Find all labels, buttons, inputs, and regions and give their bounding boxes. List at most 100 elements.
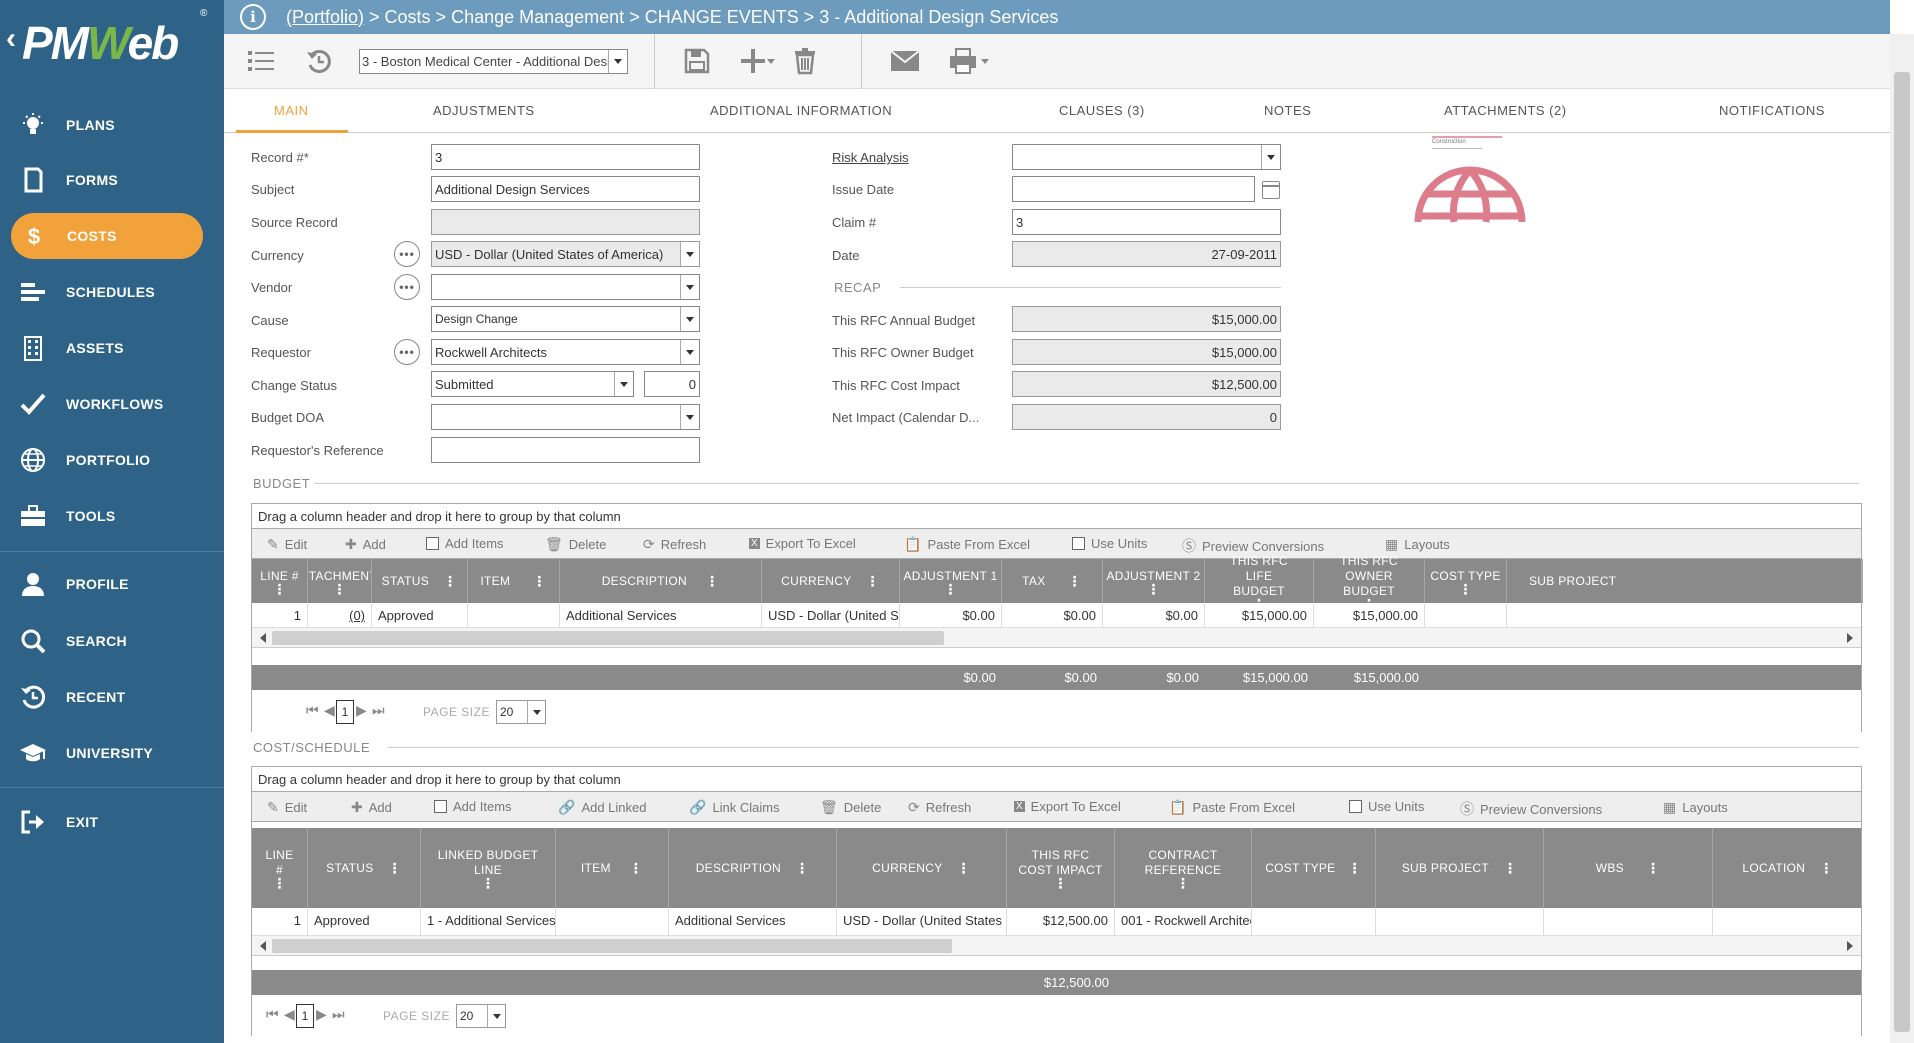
- column-header-wbs[interactable]: WBS ⋮: [1544, 828, 1713, 908]
- current-page[interactable]: 1: [336, 700, 354, 724]
- next-page-icon[interactable]: ▶: [316, 1006, 327, 1023]
- layouts-button[interactable]: ▦ Layouts: [1663, 799, 1728, 816]
- layouts-button[interactable]: ▦ Layouts: [1385, 536, 1450, 553]
- tab-clauses[interactable]: CLAUSES (3): [1059, 103, 1145, 118]
- add-linked-button[interactable]: 🔗 Add Linked: [558, 799, 647, 816]
- column-header-adjustment-2[interactable]: ADJUSTMENT 2 ⋮: [1103, 559, 1205, 603]
- vertical-scrollbar[interactable]: [1890, 34, 1914, 1043]
- column-header-status[interactable]: STATUS ⋮: [372, 559, 468, 603]
- column-menu-icon[interactable]: ⋮: [705, 574, 719, 588]
- sidebar-item-exit[interactable]: EXIT: [0, 798, 224, 846]
- link-claims-button[interactable]: 🔗 Link Claims: [689, 799, 780, 816]
- currency-select[interactable]: USD - Dollar (United States of America): [431, 241, 700, 267]
- first-page-icon[interactable]: ⏮: [306, 702, 319, 719]
- refresh-button[interactable]: ⟳ Refresh: [643, 536, 706, 553]
- horizontal-scrollbar[interactable]: [252, 628, 1861, 648]
- column-header-description[interactable]: DESCRIPTION ⋮: [669, 828, 837, 908]
- column-header-cost-impact[interactable]: THIS RFC COST IMPACT ⋮: [1007, 828, 1115, 908]
- use-units-checkbox[interactable]: Use Units: [1349, 799, 1424, 814]
- cause-select[interactable]: Design Change: [431, 306, 700, 332]
- calendar-icon[interactable]: [1262, 181, 1280, 199]
- currency-lookup-button[interactable]: •••: [394, 241, 420, 267]
- save-icon[interactable]: [680, 44, 714, 78]
- column-menu-icon[interactable]: ⋮: [272, 876, 286, 890]
- column-menu-icon[interactable]: ⋮: [795, 861, 809, 875]
- table-row[interactable]: 1 Approved 1 - Additional Services Addit…: [252, 908, 1861, 936]
- column-menu-icon[interactable]: ⋮: [943, 582, 957, 596]
- column-menu-icon[interactable]: ⋮: [388, 861, 402, 875]
- vendor-lookup-button[interactable]: •••: [394, 274, 420, 300]
- column-menu-icon[interactable]: ⋮: [629, 861, 643, 875]
- sidebar-item-costs[interactable]: $ COSTS: [11, 213, 203, 259]
- edit-button[interactable]: ✎ Edit: [267, 536, 307, 553]
- history-icon[interactable]: [302, 44, 336, 78]
- issue-date-field[interactable]: [1012, 176, 1255, 202]
- table-row[interactable]: 1 (0) Approved Additional Services USD -…: [252, 603, 1861, 628]
- column-menu-icon[interactable]: ⋮: [272, 582, 286, 596]
- cell-attachments-link[interactable]: (0): [308, 603, 372, 627]
- delete-button[interactable]: 🗑 Delete: [820, 799, 881, 816]
- requestors-reference-field[interactable]: [431, 437, 700, 463]
- page-size-select[interactable]: 20: [496, 700, 546, 724]
- tab-additional-information[interactable]: ADDITIONAL INFORMATION: [710, 103, 892, 118]
- page-size-select[interactable]: 20: [456, 1004, 506, 1028]
- column-menu-icon[interactable]: ⋮: [1458, 582, 1472, 596]
- column-menu-icon[interactable]: ⋮: [957, 861, 971, 875]
- column-header-cost-type[interactable]: COST TYPE ⋮: [1425, 559, 1507, 603]
- sidebar-item-search[interactable]: SEARCH: [0, 617, 224, 665]
- column-header-status[interactable]: STATUS ⋮: [308, 828, 421, 908]
- delete-icon[interactable]: [788, 44, 822, 78]
- sidebar-item-assets[interactable]: ASSETS: [0, 324, 224, 372]
- scroll-right-arrow-icon[interactable]: [1847, 941, 1853, 951]
- refresh-button[interactable]: ⟳ Refresh: [908, 799, 971, 816]
- paste-from-excel-button[interactable]: 📋 Paste From Excel: [1169, 799, 1295, 816]
- column-header-currency[interactable]: CURRENCY ⋮: [837, 828, 1007, 908]
- last-page-icon[interactable]: ⏭: [372, 702, 385, 719]
- subject-field[interactable]: Additional Design Services: [431, 176, 700, 202]
- export-to-excel-button[interactable]: X Export To Excel: [749, 536, 856, 551]
- record-no-field[interactable]: 3: [431, 144, 700, 170]
- sidebar-item-workflows[interactable]: WORKFLOWS: [0, 380, 224, 428]
- column-header-line-no[interactable]: LINE # ⋮: [252, 828, 308, 908]
- tab-adjustments[interactable]: ADJUSTMENTS: [433, 103, 535, 118]
- column-header-description[interactable]: DESCRIPTION ⋮: [560, 559, 762, 603]
- vendor-select[interactable]: [431, 274, 700, 300]
- scrollbar-thumb[interactable]: [272, 631, 944, 645]
- claim-no-field[interactable]: 3: [1012, 209, 1281, 235]
- requestor-lookup-button[interactable]: •••: [394, 339, 420, 365]
- column-menu-icon[interactable]: ⋮: [1176, 876, 1190, 890]
- change-status-select[interactable]: Submitted: [431, 371, 634, 397]
- sidebar-item-profile[interactable]: PROFILE: [0, 560, 224, 608]
- change-status-number-field[interactable]: 0: [644, 371, 700, 397]
- scroll-left-arrow-icon[interactable]: [260, 941, 266, 951]
- column-header-cost-type[interactable]: COST TYPE ⋮: [1252, 828, 1376, 908]
- column-header-attachments[interactable]: ATTACHMENTS⋮: [308, 559, 372, 603]
- preview-conversions-button[interactable]: Ⓢ Preview Conversions: [1460, 799, 1602, 819]
- column-header-owner-budget[interactable]: THIS RFC OWNER BUDGET ⋮: [1314, 554, 1425, 611]
- print-dropdown-chevron-icon[interactable]: [978, 44, 992, 78]
- horizontal-scrollbar[interactable]: [252, 936, 1861, 956]
- prev-page-icon[interactable]: ◀: [324, 702, 335, 719]
- scrollbar-thumb[interactable]: [272, 939, 952, 953]
- edit-button[interactable]: ✎ Edit: [267, 799, 307, 816]
- use-units-checkbox[interactable]: Use Units: [1072, 536, 1147, 551]
- sidebar-item-portfolio[interactable]: PORTFOLIO: [0, 436, 224, 484]
- info-icon[interactable]: i: [240, 4, 266, 30]
- column-header-item[interactable]: ITEM ⋮: [468, 559, 560, 603]
- tab-attachments[interactable]: ATTACHMENTS (2): [1444, 103, 1567, 118]
- column-menu-icon[interactable]: ⋮: [1503, 861, 1517, 875]
- add-dropdown-chevron-icon[interactable]: [764, 44, 778, 78]
- column-menu-icon[interactable]: ⋮: [1646, 861, 1660, 875]
- prev-page-icon[interactable]: ◀: [284, 1006, 295, 1023]
- column-header-location[interactable]: LOCATION ⋮: [1713, 828, 1863, 908]
- next-page-icon[interactable]: ▶: [356, 702, 367, 719]
- column-header-currency[interactable]: CURRENCY ⋮: [762, 559, 900, 603]
- column-header-adjustment-1[interactable]: ADJUSTMENT 1 ⋮: [900, 559, 1002, 603]
- group-by-drop-area[interactable]: Drag a column header and drop it here to…: [252, 767, 1861, 792]
- delete-button[interactable]: 🗑 Delete: [545, 536, 606, 553]
- add-button[interactable]: ✚ Add: [345, 536, 386, 553]
- column-header-line-no[interactable]: LINE # ⋮: [252, 559, 308, 603]
- column-menu-icon[interactable]: ⋮: [443, 574, 457, 588]
- email-icon[interactable]: [888, 44, 922, 78]
- column-header-contract-reference[interactable]: CONTRACT REFERENCE ⋮: [1115, 828, 1252, 908]
